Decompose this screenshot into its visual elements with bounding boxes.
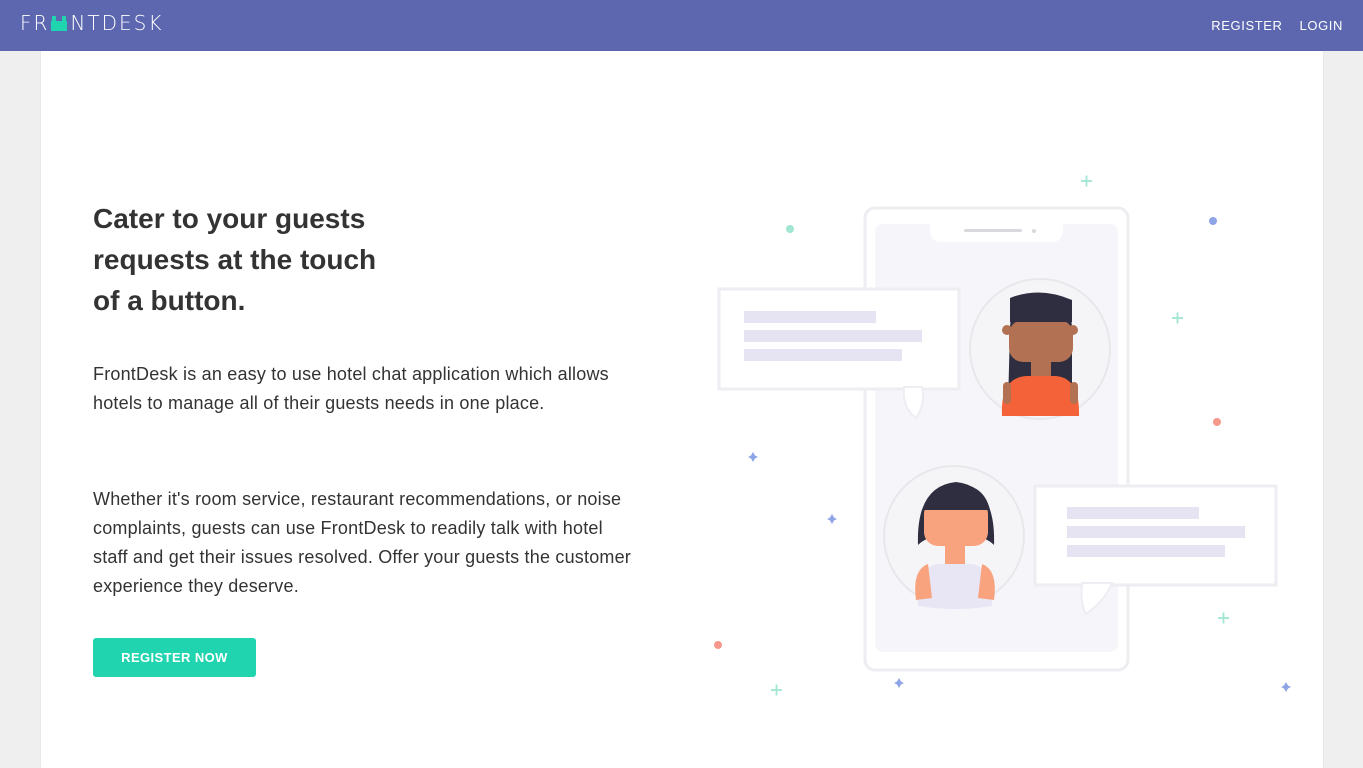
- plus-sparkle-icon: [771, 684, 782, 696]
- hero-description: FrontDesk is an easy to use hotel chat a…: [93, 364, 609, 413]
- headline-line: of a button.: [93, 285, 246, 316]
- nav-login-link[interactable]: LOGIN: [1300, 18, 1343, 33]
- dot-sparkle-icon: [714, 641, 722, 649]
- nav-register-link[interactable]: REGISTER: [1211, 18, 1282, 33]
- hero-headline: Cater to your guests requests at the tou…: [93, 198, 413, 321]
- top-navbar: FR NTDESK REGISTER LOGIN: [0, 0, 1363, 51]
- star-sparkle-icon: [748, 452, 758, 462]
- logo-text-prefix: FR: [20, 11, 50, 35]
- hero-details: Whether it's room service, restaurant re…: [93, 489, 632, 596]
- dot-sparkle-icon: [1213, 418, 1221, 426]
- nav-links: REGISTER LOGIN: [1194, 0, 1343, 51]
- star-sparkle-icon: [827, 514, 837, 524]
- star-sparkle-icon: [894, 678, 904, 688]
- dot-sparkle-icon: [1209, 217, 1217, 225]
- star-sparkle-icon: [1281, 682, 1291, 692]
- frontdesk-logo[interactable]: FR NTDESK: [20, 11, 163, 35]
- staff-chat-bubble-icon: [717, 287, 961, 420]
- phone-chat-illustration: [714, 175, 1291, 696]
- headline-line: requests at the touch: [93, 244, 377, 275]
- headline-line: Cater to your guests: [93, 203, 366, 234]
- logo-desk-icon: [51, 16, 68, 31]
- register-now-button[interactable]: REGISTER NOW: [93, 638, 256, 677]
- dot-sparkle-icon: [786, 225, 794, 233]
- staff-avatar-icon: [969, 278, 1111, 420]
- logo-text-suffix: NTDESK: [70, 11, 164, 35]
- plus-sparkle-icon: [1081, 175, 1092, 187]
- plus-sparkle-icon: [1172, 312, 1183, 324]
- plus-sparkle-icon: [1218, 612, 1229, 624]
